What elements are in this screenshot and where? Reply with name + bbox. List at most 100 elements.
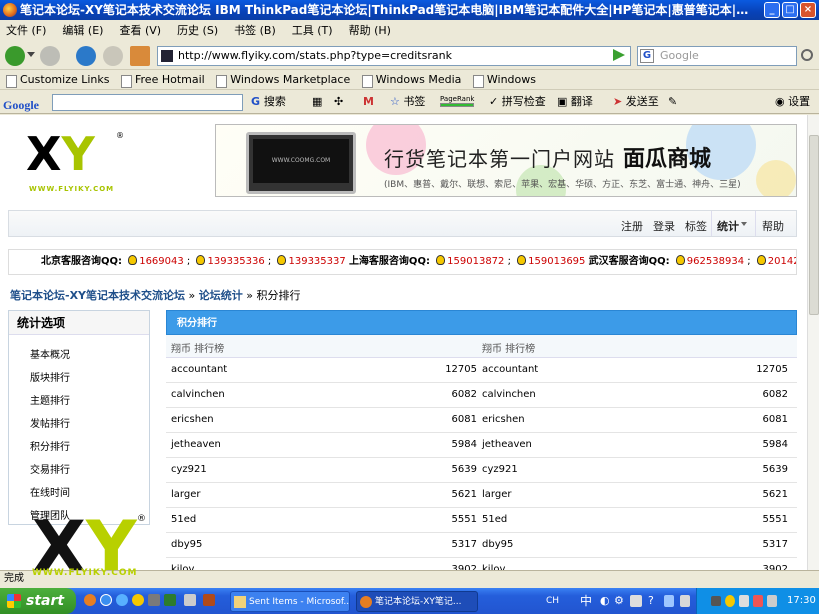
bookmark-customize-links[interactable]: Customize Links — [6, 70, 110, 90]
back-dropdown-icon[interactable] — [27, 52, 35, 57]
advertisement-banner[interactable]: WWW.COOMG.COM 行货笔记本第一门户网站 面瓜商城 (IBM、惠普、戴… — [215, 124, 797, 197]
qq-number[interactable]: 159013695 — [528, 256, 585, 267]
sidebar-item-thread-rank[interactable]: 主题排行 — [30, 392, 70, 407]
user-name[interactable]: dby95 — [482, 539, 513, 550]
news-icon[interactable]: ▦ — [312, 90, 322, 114]
nav-stats-dropdown-icon[interactable] — [741, 222, 747, 226]
show-desktop-icon[interactable] — [184, 594, 196, 606]
close-button[interactable]: × — [800, 2, 816, 18]
user-name[interactable]: larger — [171, 489, 200, 500]
user-name[interactable]: calvinchen — [171, 389, 225, 400]
user-name[interactable]: dby95 — [171, 539, 202, 550]
qq-number[interactable]: 139335336 — [207, 256, 264, 267]
qq-quicklaunch-icon[interactable] — [132, 594, 144, 606]
menu-tools[interactable]: 工具 (T) — [292, 20, 333, 41]
qq-number[interactable]: 1669043 — [139, 256, 184, 267]
menu-edit[interactable]: 编辑 (E) — [62, 20, 103, 41]
bookmark-windows[interactable]: Windows — [472, 70, 536, 90]
app-quicklaunch-icon[interactable] — [203, 594, 215, 606]
taskbar-item-firefox[interactable]: 笔记本论坛-XY笔记... — [356, 591, 478, 612]
search-input[interactable]: G Google — [637, 46, 797, 66]
maximize-button[interactable]: □ — [782, 2, 798, 18]
gmail-icon[interactable]: M — [363, 90, 374, 114]
qq-penguin-icon[interactable] — [675, 255, 685, 265]
sidebar-item-post-rank[interactable]: 发帖排行 — [30, 415, 70, 430]
google-engine-icon[interactable]: G — [640, 49, 654, 63]
highlighter-icon[interactable]: ✎ — [668, 90, 677, 114]
google-bookmarks-button[interactable]: ☆ 书签 — [390, 90, 425, 114]
tray-collapse-icon[interactable] — [711, 596, 721, 606]
qq-tray-icon[interactable] — [725, 595, 735, 607]
firefox-quicklaunch-icon[interactable] — [84, 594, 96, 606]
qq-penguin-icon[interactable] — [517, 255, 527, 265]
scrollbar-thumb[interactable] — [809, 135, 819, 315]
user-name[interactable]: calvinchen — [482, 389, 536, 400]
google-logo[interactable]: Google — [3, 93, 39, 117]
minimize-button[interactable]: _ — [764, 2, 780, 18]
qq-penguin-icon[interactable] — [196, 255, 206, 265]
user-name[interactable]: jetheaven — [482, 439, 532, 450]
forward-button[interactable] — [40, 46, 60, 66]
breadcrumb-stats[interactable]: 论坛统计 — [199, 289, 243, 302]
user-name[interactable]: accountant — [482, 364, 538, 375]
sidebar-item-credits-rank[interactable]: 积分排行 — [30, 438, 70, 453]
antivirus-icon[interactable] — [753, 595, 763, 607]
qq-penguin-icon[interactable] — [277, 255, 287, 265]
breadcrumb-forum[interactable]: 笔记本论坛-XY笔记本技术交流论坛 — [10, 289, 185, 302]
tray-app-icon[interactable] — [664, 595, 674, 607]
sidebar-item-forum-rank[interactable]: 版块排行 — [30, 369, 70, 384]
window-title-bar[interactable]: 笔记本论坛-XY笔记本技术交流论坛 IBM ThinkPad笔记本论坛|Thin… — [0, 0, 819, 20]
bookmark-windows-marketplace[interactable]: Windows Marketplace — [216, 70, 350, 90]
user-name[interactable]: jetheaven — [171, 439, 221, 450]
network-icon[interactable] — [739, 595, 749, 607]
help-icon[interactable]: ? — [648, 588, 654, 614]
clock[interactable]: 17:30 — [787, 588, 816, 614]
qq-number[interactable]: 139335337 — [288, 256, 345, 267]
bookmark-free-hotmail[interactable]: Free Hotmail — [121, 70, 205, 90]
tray-app-icon[interactable] — [680, 595, 690, 607]
translate-button[interactable]: ▣ 翻译 — [557, 90, 593, 114]
spellcheck-button[interactable]: ✓ 拼写检查 — [489, 90, 546, 114]
qq-number[interactable]: 159013872 — [447, 256, 504, 267]
nav-stats[interactable]: 统计 — [717, 218, 739, 234]
outlook-quicklaunch-icon[interactable] — [116, 594, 128, 606]
reload-button[interactable] — [76, 46, 96, 66]
menu-history[interactable]: 历史 (S) — [177, 20, 218, 41]
nav-help[interactable]: 帮助 — [762, 218, 784, 234]
app-quicklaunch-icon[interactable] — [164, 594, 176, 606]
user-name[interactable]: accountant — [171, 364, 227, 375]
ime-mode-icon[interactable]: ◐ — [600, 588, 610, 614]
language-indicator[interactable]: CH — [546, 588, 559, 614]
qq-number[interactable]: 20142183 — [768, 256, 796, 267]
nav-register[interactable]: 注册 — [621, 218, 643, 234]
user-name[interactable]: 51ed — [171, 514, 196, 525]
page-scrollbar[interactable] — [807, 115, 819, 570]
google-search-button[interactable]: G 搜索 — [251, 90, 286, 114]
taskbar-item-outlook[interactable]: Sent Items - Microsof... — [230, 591, 350, 612]
qq-penguin-icon[interactable] — [756, 255, 766, 265]
volume-icon[interactable] — [767, 595, 777, 607]
search-icon[interactable] — [801, 49, 813, 61]
app-quicklaunch-icon[interactable] — [148, 594, 160, 606]
start-button[interactable]: start — [0, 588, 76, 614]
user-name[interactable]: 51ed — [482, 514, 507, 525]
google-toolbar-input[interactable] — [52, 94, 243, 111]
site-logo[interactable]: XY ® WWW.FLYIKY.COM — [26, 131, 136, 197]
user-name[interactable]: cyz921 — [171, 464, 207, 475]
nav-login[interactable]: 登录 — [653, 218, 675, 234]
home-button[interactable] — [130, 46, 150, 66]
puzzle-icon[interactable]: ✣ — [334, 90, 343, 114]
sidebar-item-online-time[interactable]: 在线时间 — [30, 484, 70, 499]
user-name[interactable]: larger — [482, 489, 511, 500]
user-name[interactable]: cyz921 — [482, 464, 518, 475]
menu-bookmarks[interactable]: 书签 (B) — [234, 20, 276, 41]
qq-penguin-icon[interactable] — [128, 255, 138, 265]
pagerank-indicator[interactable]: PageRank — [440, 87, 474, 111]
stop-button[interactable] — [103, 46, 123, 66]
user-name[interactable]: ericshen — [482, 414, 525, 425]
sidebar-item-overview[interactable]: 基本概况 — [30, 346, 70, 361]
back-button[interactable] — [5, 46, 25, 66]
menu-help[interactable]: 帮助 (H) — [349, 20, 391, 41]
ime-indicator[interactable]: 中 — [580, 588, 592, 614]
qq-penguin-icon[interactable] — [436, 255, 446, 265]
